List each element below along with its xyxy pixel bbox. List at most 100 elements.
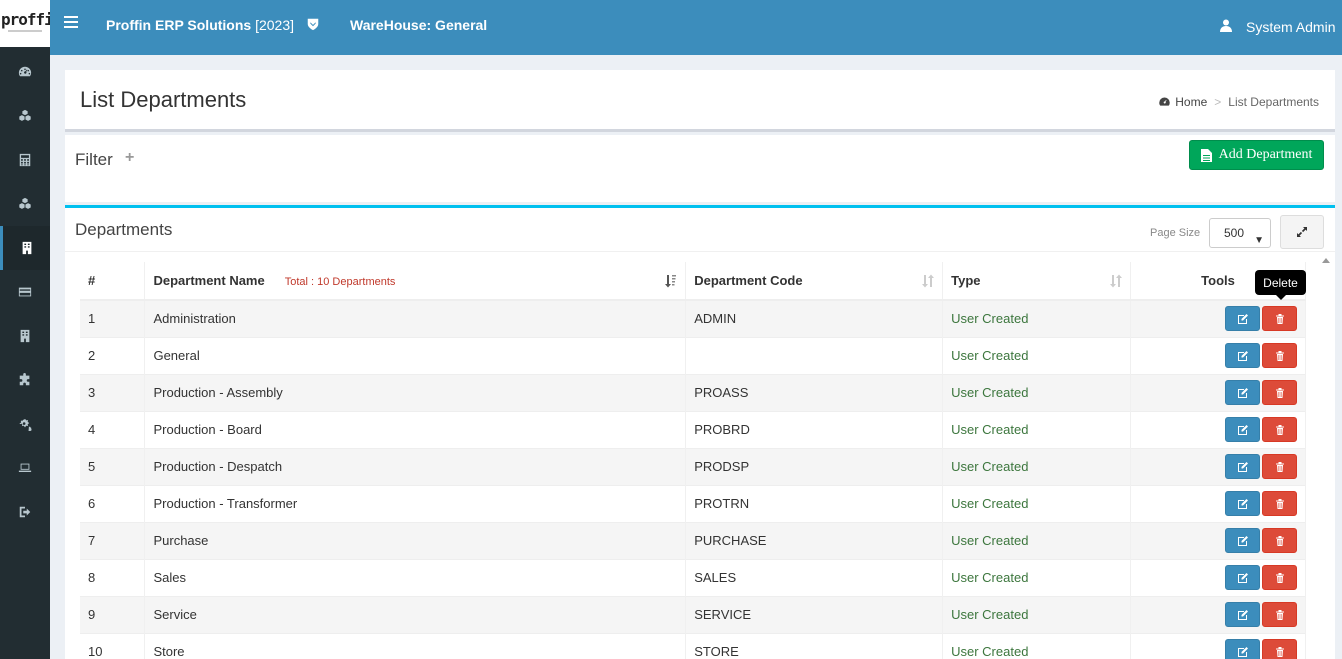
table-row: 8 Sales SALES User Created [80, 558, 1306, 596]
delete-button[interactable] [1262, 565, 1297, 590]
breadcrumb: Home > List Departments [1158, 95, 1319, 109]
edit-button[interactable] [1225, 454, 1260, 479]
sidebar-item-departments[interactable] [0, 226, 50, 270]
cell-type: User Created [942, 373, 1132, 411]
header-department-name[interactable]: Department Name Total : 10 Departments [144, 262, 687, 301]
header-num: # [80, 262, 146, 301]
table-row: 3 Production - Assembly PROASS User Created [80, 373, 1306, 411]
cell-type: User Created [942, 595, 1132, 633]
cell-num: 5 [80, 447, 146, 485]
cell-tools [1130, 336, 1306, 374]
sort-icon[interactable] [1109, 274, 1123, 288]
edit-button[interactable] [1225, 602, 1260, 627]
shield-icon[interactable] [306, 17, 320, 31]
app-year: [2023] [255, 17, 295, 33]
filter-title[interactable]: Filter [75, 150, 113, 170]
sidebar-item-modules[interactable] [0, 358, 50, 402]
page-size-value: 500 [1224, 226, 1245, 240]
sidebar-item-logout[interactable] [0, 490, 50, 534]
laptop-icon [18, 463, 32, 472]
filter-expand-icon[interactable]: + [125, 149, 134, 167]
breadcrumb-home-link[interactable]: Home [1175, 95, 1207, 109]
cell-department-name: Purchase [144, 521, 687, 559]
app-title-text: Proffin ERP Solutions [106, 17, 252, 33]
scroll-up-icon[interactable] [1322, 258, 1330, 263]
scrollbar[interactable] [1320, 256, 1332, 659]
delete-button[interactable] [1262, 343, 1297, 368]
sort-asc-icon[interactable] [664, 274, 677, 288]
departments-table-wrap: # Department Name Total : 10 Departments … [80, 262, 1306, 659]
edit-button[interactable] [1225, 565, 1260, 590]
edit-button[interactable] [1225, 380, 1260, 405]
table-row: 1 Administration ADMIN User Created [80, 299, 1306, 337]
sidebar-item-accounts[interactable] [0, 138, 50, 182]
cell-department-code: PRODSP [685, 447, 944, 485]
table-row: 6 Production - Transformer PROTRN User Crea… [80, 484, 1306, 522]
edit-button[interactable] [1225, 343, 1260, 368]
app-title[interactable]: Proffin ERP Solutions [2023] [106, 17, 294, 33]
delete-button[interactable] [1262, 454, 1297, 479]
edit-button[interactable] [1225, 417, 1260, 442]
cell-type: User Created [942, 336, 1132, 374]
edit-button[interactable] [1225, 491, 1260, 516]
sidebar-item-stock[interactable] [0, 182, 50, 226]
user-icon [1220, 19, 1232, 32]
page-title: List Departments [80, 87, 247, 112]
expand-icon [1297, 227, 1307, 237]
edit-button[interactable] [1225, 528, 1260, 553]
delete-button[interactable] [1262, 417, 1297, 442]
cell-tools [1130, 484, 1306, 522]
page-size-label: Page Size [1150, 227, 1201, 239]
fullscreen-button[interactable] [1280, 215, 1324, 249]
sidebar-item-company[interactable] [0, 314, 50, 358]
user-menu[interactable]: System Admin [1246, 19, 1335, 35]
sidebar-item-system[interactable] [0, 446, 50, 490]
sidebar-item-inventory[interactable] [0, 94, 50, 138]
add-department-button[interactable]: Add Department [1189, 140, 1324, 170]
delete-button[interactable] [1262, 602, 1297, 627]
cell-num: 4 [80, 410, 146, 448]
header-type-label: Type [951, 273, 981, 288]
table-row: 2 General User Created [80, 336, 1306, 374]
panel-divider [65, 251, 1335, 252]
cell-num: 2 [80, 336, 146, 374]
content-header: List Departments Home > List Departments [65, 70, 1335, 132]
file-icon [1200, 148, 1212, 162]
sort-icon[interactable] [921, 274, 935, 288]
sidebar-item-payments[interactable] [0, 270, 50, 314]
menu-toggle-icon[interactable] [64, 16, 78, 28]
sidebar-item-dashboard[interactable] [0, 50, 50, 94]
header-type[interactable]: Type [942, 262, 1132, 301]
delete-button[interactable] [1262, 528, 1297, 553]
cell-department-code: STORE [685, 632, 944, 659]
cell-department-code: PROASS [685, 373, 944, 411]
cell-department-name: Production - Despatch [144, 447, 687, 485]
cell-num: 7 [80, 521, 146, 559]
logo-tagline [8, 30, 42, 32]
edit-button[interactable] [1225, 306, 1260, 332]
cell-department-code: ADMIN [685, 299, 944, 337]
departments-panel: Departments Page Size 500 ▼ # Department… [65, 205, 1335, 659]
table-row: 5 Production - Despatch PRODSP User Created [80, 447, 1306, 485]
calculator-icon [19, 153, 31, 167]
filter-panel: Filter + Add Department [65, 135, 1335, 202]
delete-button[interactable] [1262, 491, 1297, 516]
building-icon [20, 329, 30, 343]
table-body: 1 Administration ADMIN User Created 2 General… [80, 299, 1306, 659]
cell-department-name: Sales [144, 558, 687, 596]
cell-num: 3 [80, 373, 146, 411]
delete-button[interactable] [1262, 639, 1297, 659]
total-count: Total : 10 Departments [284, 276, 396, 288]
edit-button[interactable] [1225, 639, 1260, 659]
header-department-code[interactable]: Department Code [685, 262, 944, 301]
brand-logo[interactable]: proffin [0, 0, 50, 47]
delete-button[interactable] [1262, 380, 1297, 405]
cell-department-name: Administration [144, 299, 687, 337]
cell-department-code: SALES [685, 558, 944, 596]
warehouse-selector[interactable]: WareHouse: General [350, 17, 487, 33]
sidebar-item-settings[interactable] [0, 402, 50, 446]
delete-button[interactable] [1262, 306, 1297, 332]
page-size-select[interactable]: 500 ▼ [1209, 218, 1271, 248]
logo-text: proffin [1, 10, 50, 29]
cell-tools [1130, 595, 1306, 633]
